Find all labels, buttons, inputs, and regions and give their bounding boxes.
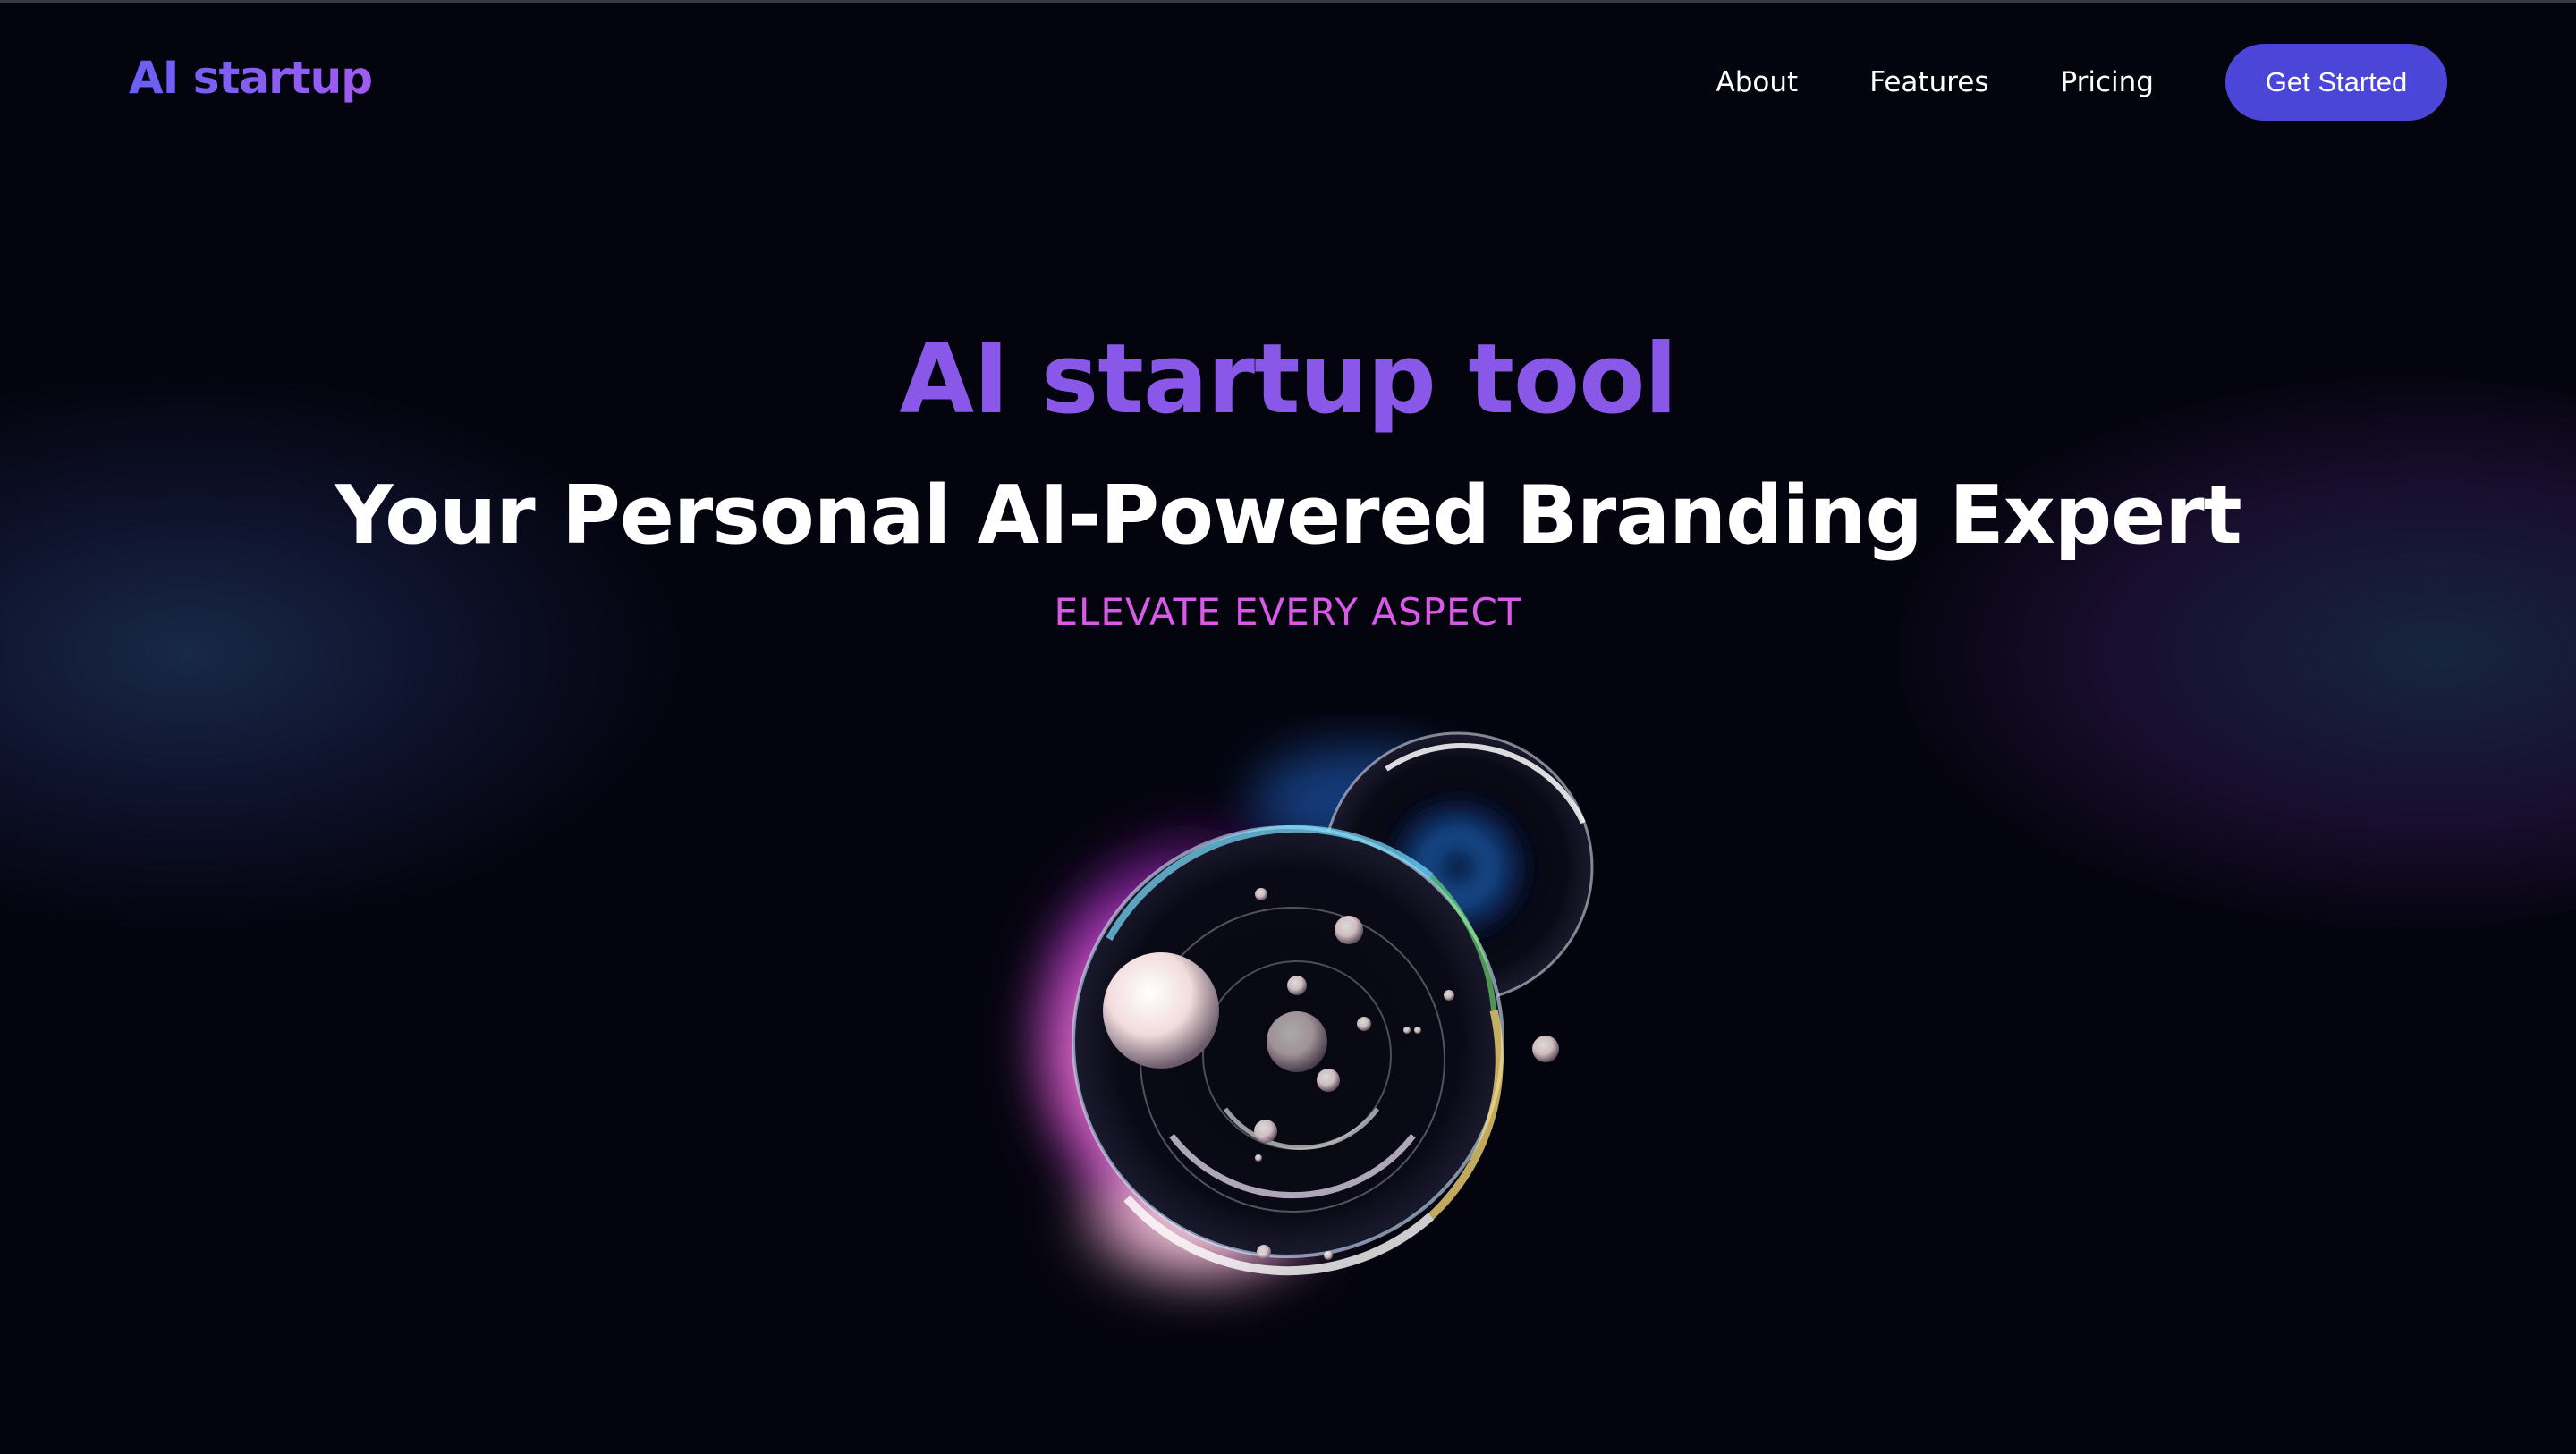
hero-title: AI startup tool <box>899 324 1678 435</box>
nav-link-pricing[interactable]: Pricing <box>2061 43 2155 122</box>
background-glow-right <box>1896 376 2576 930</box>
bubble-illustration <box>1038 731 1594 1297</box>
logo[interactable]: AI startup <box>129 46 373 109</box>
hero-subtitle: Your Personal AI-Powered Branding Expert <box>335 469 2241 562</box>
main-nav: About Features Pricing Get Started <box>1716 43 2447 122</box>
nav-link-about[interactable]: About <box>1716 43 1799 122</box>
nav-link-features[interactable]: Features <box>1869 43 1988 122</box>
background-glow-left <box>0 376 680 930</box>
hero-tagline: ELEVATE EVERY ASPECT <box>1054 590 1522 634</box>
get-started-button[interactable]: Get Started <box>2225 44 2447 121</box>
landing-page: AI startup About Features Pricing Get St… <box>0 0 2576 1454</box>
window-top-border <box>0 0 2576 3</box>
